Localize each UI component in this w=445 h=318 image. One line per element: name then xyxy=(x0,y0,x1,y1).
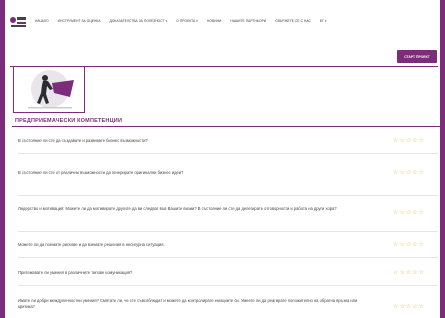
star-icon[interactable]: ☆ xyxy=(406,138,411,144)
question-text: В състояние ли сте да създавате и развив… xyxy=(18,138,148,143)
star-icon[interactable]: ☆ xyxy=(419,138,424,144)
star-icon[interactable]: ☆ xyxy=(406,242,411,248)
star-icon[interactable]: ☆ xyxy=(412,270,417,276)
star-icon[interactable]: ☆ xyxy=(399,138,404,144)
question-row: В състояние ли сте да създавате и развив… xyxy=(18,128,438,154)
frame-right-border xyxy=(440,0,445,318)
star-icon[interactable]: ☆ xyxy=(393,138,398,144)
star-rating[interactable]: ☆ ☆ ☆ ☆ ☆ xyxy=(393,138,424,144)
nav-item-language[interactable]: БГ ▾ xyxy=(320,19,327,23)
star-icon[interactable]: ☆ xyxy=(419,170,424,176)
star-icon[interactable]: ☆ xyxy=(399,170,404,176)
star-icon[interactable]: ☆ xyxy=(406,210,411,216)
star-icon[interactable]: ☆ xyxy=(406,304,411,310)
question-text: Имате ли добри междуличностни умения? См… xyxy=(18,298,358,309)
star-rating[interactable]: ☆ ☆ ☆ ☆ ☆ xyxy=(393,270,424,276)
star-icon[interactable]: ☆ xyxy=(412,138,417,144)
question-text: В състояние ли сте от различни възможнос… xyxy=(18,170,184,175)
page: НАЧАЛО ИНСТРУМЕНТ ЗА ОЦЕНКА ДОКАЗАТЕЛСТВ… xyxy=(5,0,440,318)
star-rating[interactable]: ☆ ☆ ☆ ☆ ☆ xyxy=(393,210,424,216)
question-text: Можете ли да поемате рискове и да вземат… xyxy=(18,242,165,247)
star-icon[interactable]: ☆ xyxy=(406,270,411,276)
nav-item-assessment-tool[interactable]: ИНСТРУМЕНТ ЗА ОЦЕНКА xyxy=(58,19,101,23)
section-illustration xyxy=(13,66,85,113)
question-row: Можете ли да поемате рискове и да вземат… xyxy=(18,232,438,258)
star-icon[interactable]: ☆ xyxy=(393,270,398,276)
section-divider xyxy=(12,126,440,127)
star-icon[interactable]: ☆ xyxy=(399,304,404,310)
star-icon[interactable]: ☆ xyxy=(393,210,398,216)
star-icon[interactable]: ☆ xyxy=(399,270,404,276)
nav-item-contact[interactable]: СВЪРЖЕТЕ СЕ С НАС xyxy=(275,19,311,23)
star-icon[interactable]: ☆ xyxy=(412,304,417,310)
star-icon[interactable]: ☆ xyxy=(419,210,424,216)
star-icon[interactable]: ☆ xyxy=(399,242,404,248)
star-icon[interactable]: ☆ xyxy=(393,170,398,176)
star-icon[interactable]: ☆ xyxy=(419,242,424,248)
star-icon[interactable]: ☆ xyxy=(393,304,398,310)
star-icon[interactable]: ☆ xyxy=(406,170,411,176)
star-icon[interactable]: ☆ xyxy=(419,304,424,310)
question-row: Имате ли добри междуличностни умения? См… xyxy=(18,286,438,318)
question-row: Притежавате ли умения в различните типов… xyxy=(18,258,438,286)
star-icon[interactable]: ☆ xyxy=(393,242,398,248)
brand-logo-icon[interactable] xyxy=(9,14,27,30)
star-rating[interactable]: ☆ ☆ ☆ ☆ ☆ xyxy=(393,242,424,248)
question-text: Лидерство и мотивация: Можете ли да моти… xyxy=(18,206,337,211)
nav-item-news[interactable]: НОВИНИ xyxy=(207,19,221,23)
star-icon[interactable]: ☆ xyxy=(412,210,417,216)
question-row: В състояние ли сте от различни възможнос… xyxy=(18,154,438,196)
question-row: Лидерство и мотивация: Можете ли да моти… xyxy=(18,196,438,232)
star-icon[interactable]: ☆ xyxy=(399,210,404,216)
nav-item-partners[interactable]: НАШИТЕ ПАРТНЬОРИ xyxy=(230,19,266,23)
action-button[interactable]: СТАРТ ПРОЕКТ xyxy=(397,50,437,63)
star-icon[interactable]: ☆ xyxy=(412,242,417,248)
star-icon[interactable]: ☆ xyxy=(412,170,417,176)
star-icon[interactable]: ☆ xyxy=(419,270,424,276)
nav-item-about[interactable]: О ПРОЕКТА ▾ xyxy=(176,19,198,23)
entrepreneur-illustration-icon xyxy=(28,70,74,109)
nav-item-evidence[interactable]: ДОКАЗАТЕЛСТВА ЗА ПОЛЕЗНОСТ ▾ xyxy=(110,19,168,23)
section-title: ПРЕДПРИЕМАЧЕСКИ КОМПЕТЕНЦИИ xyxy=(15,118,123,124)
top-navigation-bar: НАЧАЛО ИНСТРУМЕНТ ЗА ОЦЕНКА ДОКАЗАТЕЛСТВ… xyxy=(5,0,440,40)
question-text: Притежавате ли умения в различните типов… xyxy=(18,270,133,275)
nav-item-home[interactable]: НАЧАЛО xyxy=(35,19,49,23)
star-rating[interactable]: ☆ ☆ ☆ ☆ ☆ xyxy=(393,304,424,310)
star-rating[interactable]: ☆ ☆ ☆ ☆ ☆ xyxy=(393,170,424,176)
main-nav: НАЧАЛО ИНСТРУМЕНТ ЗА ОЦЕНКА ДОКАЗАТЕЛСТВ… xyxy=(35,19,327,23)
